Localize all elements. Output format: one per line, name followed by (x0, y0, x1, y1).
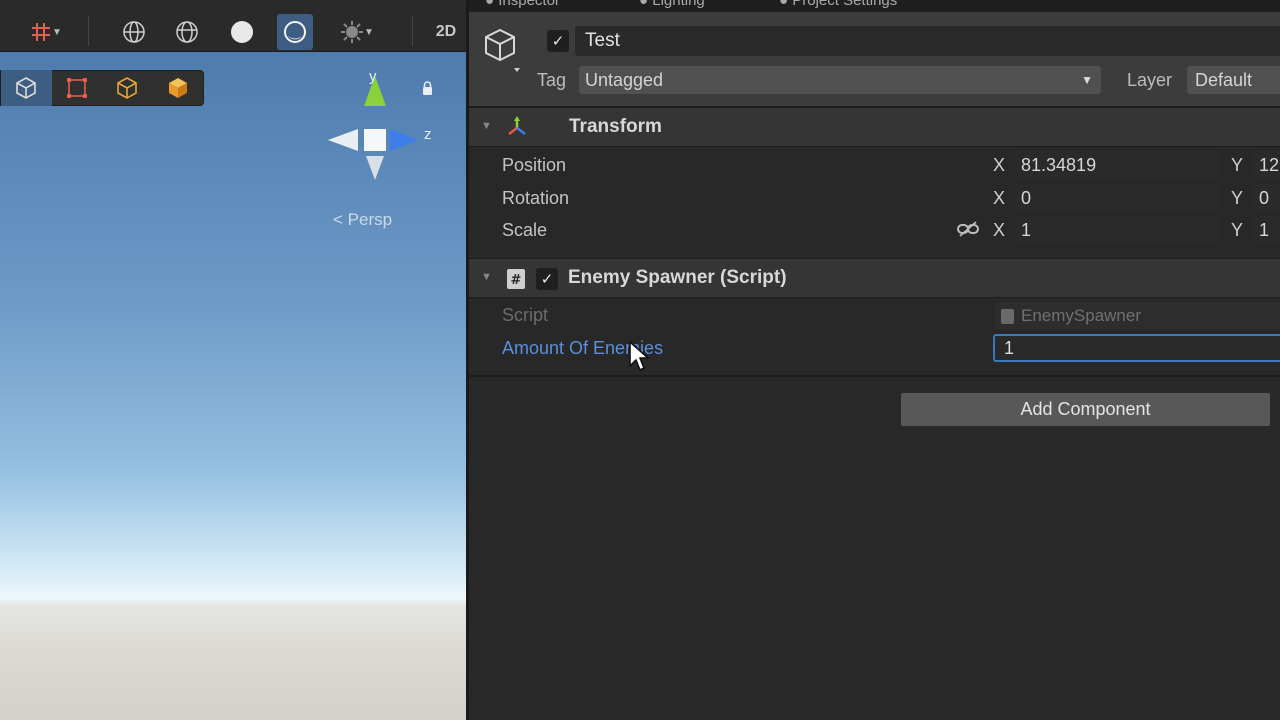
scale-x-axis-label[interactable]: X (993, 220, 1005, 241)
mouse-cursor-icon (628, 340, 650, 377)
solid-sphere-icon (231, 21, 253, 43)
rotation-y-axis-label[interactable]: Y (1231, 188, 1243, 209)
chevron-down-icon: ▼ (1081, 73, 1093, 87)
enemy-spawner-header[interactable]: ▼ # ✓ Enemy Spawner (Script) (469, 258, 1280, 298)
script-reference-field: EnemySpawner (995, 302, 1280, 330)
amount-of-enemies-field[interactable]: 1 (993, 334, 1280, 362)
rect-tool-button[interactable] (52, 70, 103, 106)
orientation-gizmo[interactable]: y z (320, 64, 450, 194)
cube-solid-icon (168, 78, 187, 98)
shaded-wireframe-sphere-icon (176, 21, 198, 43)
scale-label[interactable]: Scale (502, 220, 547, 241)
layer-dropdown[interactable]: Default (1187, 66, 1280, 94)
object-tool-button[interactable] (153, 70, 204, 106)
scale-y-field[interactable]: 1 (1253, 216, 1280, 244)
script-label: Script (502, 305, 549, 325)
scale-y-axis-label[interactable]: Y (1231, 220, 1243, 241)
rotation-label[interactable]: Rotation (502, 188, 569, 209)
scene-toolbar: ▼ ▼ 2D (0, 0, 466, 52)
checkmark-icon: ✓ (540, 271, 554, 288)
2d-toggle-button[interactable]: 2D (428, 14, 464, 50)
game-object-icon (483, 28, 523, 77)
transform-header[interactable]: ▼ Transform (469, 107, 1280, 147)
position-x-field[interactable]: 81.34819 (1015, 151, 1219, 179)
shaded-button[interactable] (224, 14, 260, 50)
position-x-axis-label[interactable]: X (993, 155, 1005, 176)
view-tool-button[interactable] (1, 70, 52, 106)
tool-overlay (0, 70, 204, 106)
shaded-wireframe-button[interactable] (169, 14, 205, 50)
wireframe-shading-button[interactable] (116, 14, 152, 50)
layer-value: Default (1195, 70, 1253, 90)
gizmo-x-axis[interactable] (328, 129, 358, 151)
inspector-tab-bar: ● Inspector ● Lighting ● Project Setting… (469, 0, 1280, 12)
grid-icon (32, 23, 51, 41)
svg-text:#: # (511, 273, 522, 288)
2d-label: 2D (435, 23, 457, 40)
tag-label: Tag (537, 70, 567, 90)
tab-project-settings[interactable]: ● Project Settings (779, 0, 897, 9)
gizmo-y-label: y (369, 68, 377, 85)
rotation-y-field[interactable]: 0 (1253, 184, 1280, 212)
sun-icon (341, 21, 364, 43)
foldout-arrow-icon[interactable]: ▼ (481, 271, 492, 283)
box-collider-tool-button[interactable] (102, 70, 153, 106)
transform-icon (505, 115, 529, 144)
object-name-field[interactable]: Test (575, 26, 1280, 56)
gizmo-z-axis[interactable] (390, 129, 418, 151)
game-object-header: ✓ Test Tag Untagged ▼ Layer Default (469, 12, 1280, 107)
active-checkbox[interactable]: ✓ (547, 30, 569, 52)
position-y-field[interactable]: 12. (1253, 151, 1280, 179)
rotation-x-axis-label[interactable]: X (993, 188, 1005, 209)
script-value: EnemySpawner (1021, 306, 1142, 325)
tag-value: Untagged (585, 70, 664, 90)
position-label[interactable]: Position (502, 155, 566, 176)
checkmark-icon: ✓ (551, 33, 565, 50)
inspector-panel: ● Inspector ● Lighting ● Project Setting… (466, 0, 1280, 720)
grid-toggle-button[interactable]: ▼ (18, 14, 74, 50)
layer-label: Layer (1127, 70, 1173, 90)
lock-icon[interactable] (422, 81, 433, 95)
cube-outline-icon (16, 77, 37, 99)
tag-dropdown[interactable]: Untagged ▼ (579, 66, 1101, 94)
foldout-arrow-icon[interactable]: ▼ (481, 120, 492, 132)
scale-x-field[interactable]: 1 (1015, 216, 1219, 244)
position-y-axis-label[interactable]: Y (1231, 155, 1243, 176)
script-enabled-checkbox[interactable]: ✓ (536, 268, 558, 290)
gizmo-z-label: z (424, 126, 432, 143)
tab-inspector[interactable]: ● Inspector (485, 0, 560, 9)
rect-transform-icon (66, 78, 87, 98)
script-icon: # (506, 268, 526, 295)
scene-view[interactable]: ▼ ▼ 2D y z < Persp (0, 0, 466, 720)
wireframe-sphere-icon (123, 21, 145, 43)
gizmos-button[interactable]: ▼ (327, 14, 387, 50)
transform-title: Transform (569, 116, 662, 137)
component-divider (469, 375, 1280, 377)
rotation-x-field[interactable]: 0 (1015, 184, 1219, 212)
chevron-down-icon: ▼ (364, 26, 374, 38)
add-component-button[interactable]: Add Component (900, 392, 1271, 427)
script-file-icon (1001, 309, 1014, 324)
chevron-down-icon: ▼ (52, 26, 62, 38)
lighting-mode-button[interactable] (277, 14, 313, 50)
tab-lighting[interactable]: ● Lighting (639, 0, 705, 9)
lit-sphere-icon (284, 21, 306, 43)
projection-toggle[interactable]: < Persp (333, 210, 392, 230)
enemy-spawner-title: Enemy Spawner (Script) (568, 267, 787, 288)
link-icon[interactable] (957, 220, 979, 243)
cube-wire-icon (117, 77, 138, 99)
